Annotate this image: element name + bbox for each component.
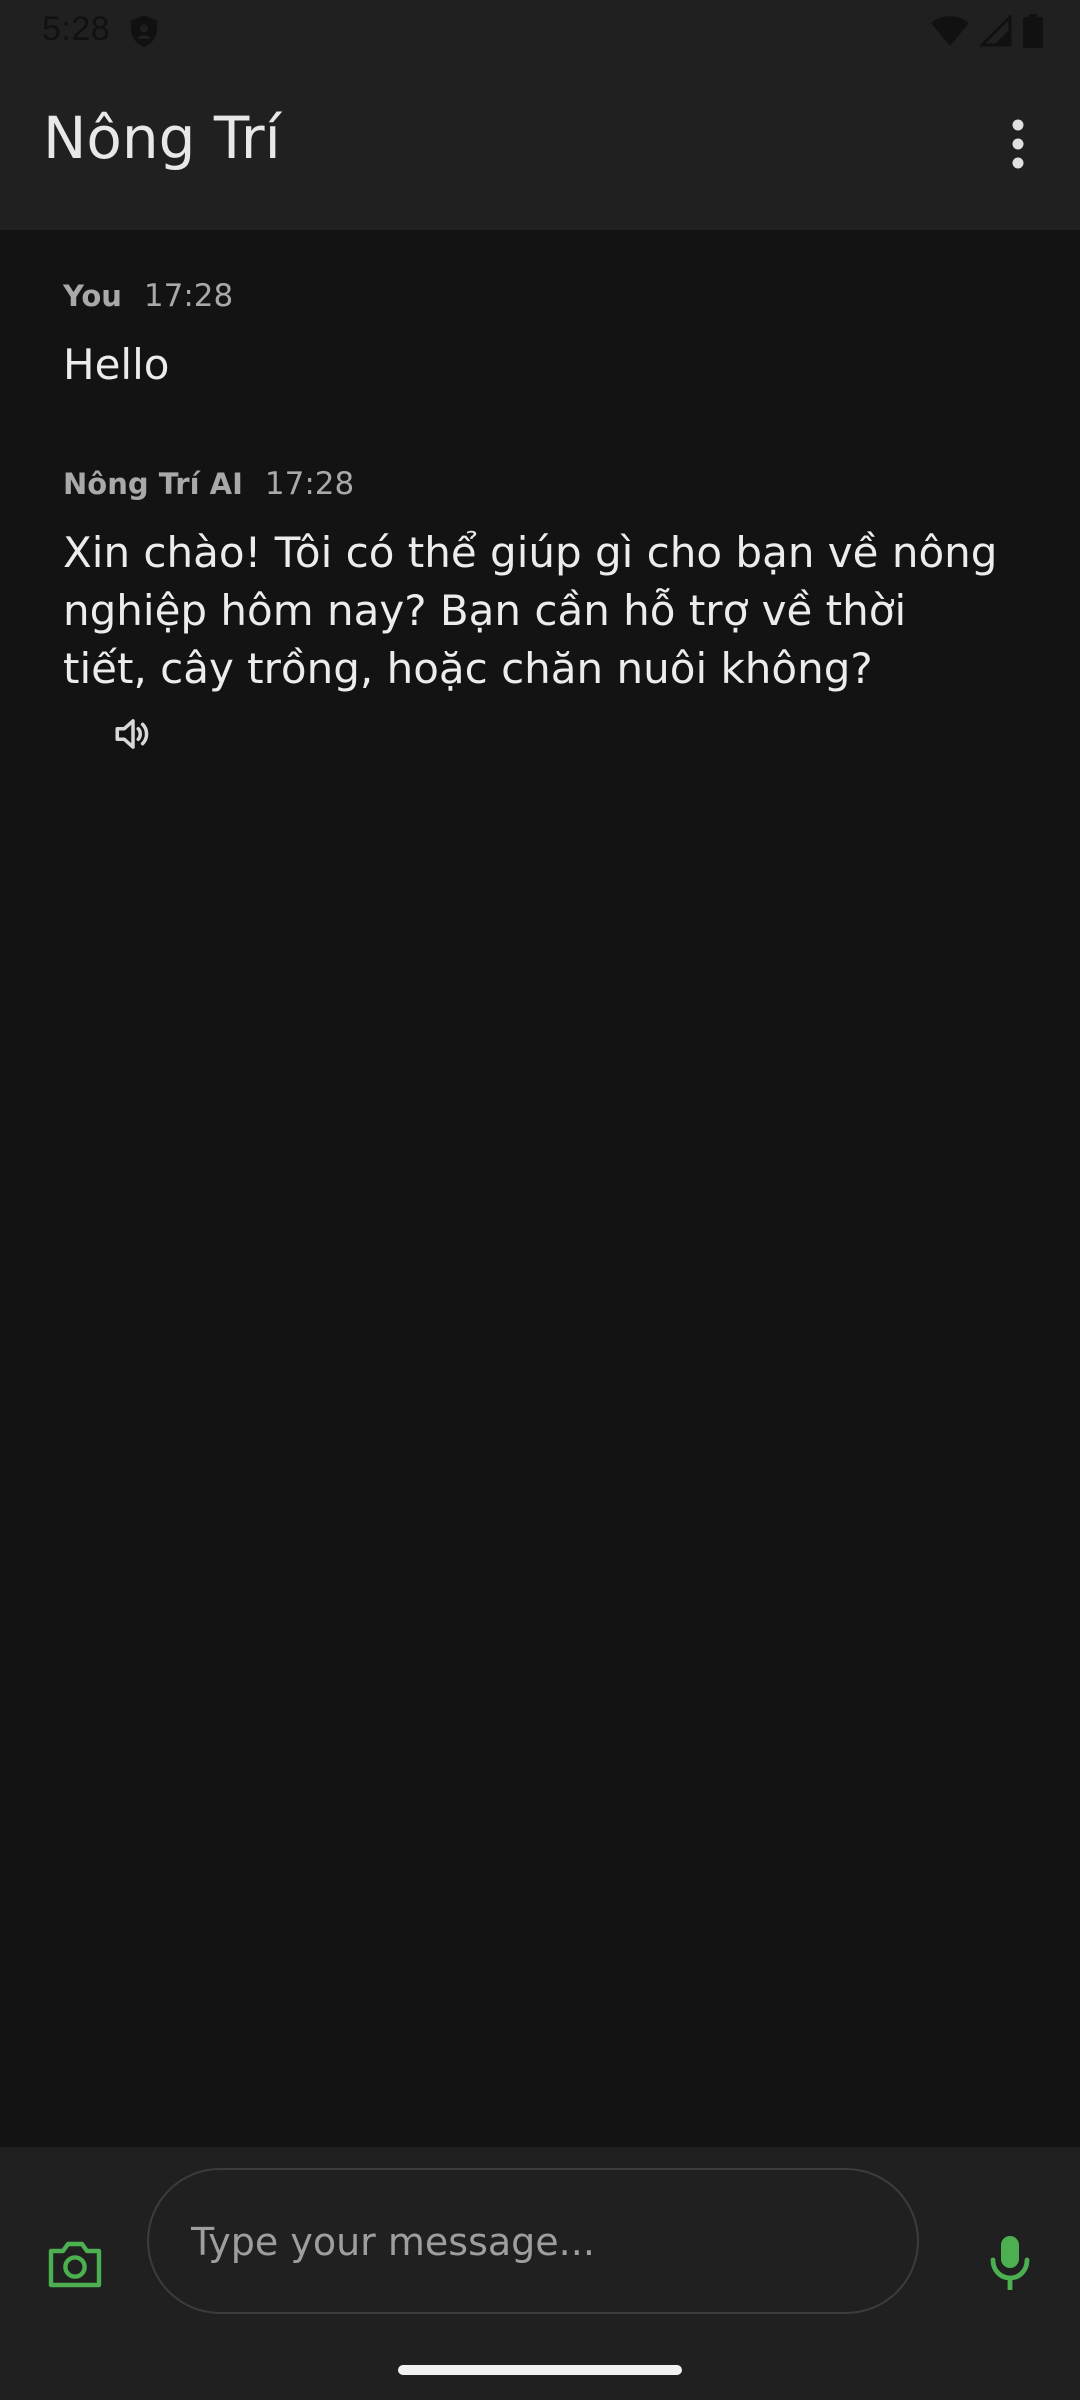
message-text: Xin chào! Tôi có thể giúp gì cho bạn về … <box>63 528 998 693</box>
page-title: Nông Trí <box>43 104 281 172</box>
message-meta: Nông Trí AI 17:28 <box>63 466 1003 502</box>
status-icons <box>930 14 1044 48</box>
message-time: 17:28 <box>264 466 355 502</box>
message-sender: You <box>63 279 122 313</box>
camera-button[interactable] <box>40 2229 110 2299</box>
message-list[interactable]: You 17:28 Hello Nông Trí AI 17:28 Xin ch… <box>0 230 1080 2147</box>
mic-icon <box>990 2236 1030 2290</box>
home-indicator[interactable] <box>398 2365 682 2375</box>
overflow-menu-button[interactable] <box>986 112 1050 176</box>
app-bar: Nông Trí <box>0 62 1080 230</box>
message-input-container[interactable] <box>147 2168 919 2314</box>
battery-icon <box>1023 14 1043 48</box>
message-time: 17:28 <box>143 278 234 314</box>
composer-bar <box>0 2147 1080 2400</box>
status-time: 5:28 <box>42 10 111 48</box>
shield-icon <box>130 15 158 47</box>
message-item-ai: Nông Trí AI 17:28 Xin chào! Tôi có thể g… <box>63 466 1003 749</box>
chat-screen: 5:28 Nông Trí You 17:28 Hello Nông Trí A… <box>0 0 1080 2400</box>
camera-icon <box>48 2241 102 2288</box>
message-meta: You 17:28 <box>63 278 1003 314</box>
message-text: Hello <box>63 340 170 389</box>
more-vert-icon <box>1012 119 1024 169</box>
signal-icon <box>980 15 1012 47</box>
volume-icon <box>115 719 149 749</box>
voice-input-button[interactable] <box>974 2227 1046 2299</box>
message-item-user: You 17:28 Hello <box>63 278 1003 394</box>
message-input[interactable] <box>189 2170 883 2314</box>
message-sender: Nông Trí AI <box>63 467 243 501</box>
wifi-icon <box>931 16 969 46</box>
status-bar: 5:28 <box>0 0 1080 62</box>
read-aloud-button[interactable] <box>103 704 163 764</box>
